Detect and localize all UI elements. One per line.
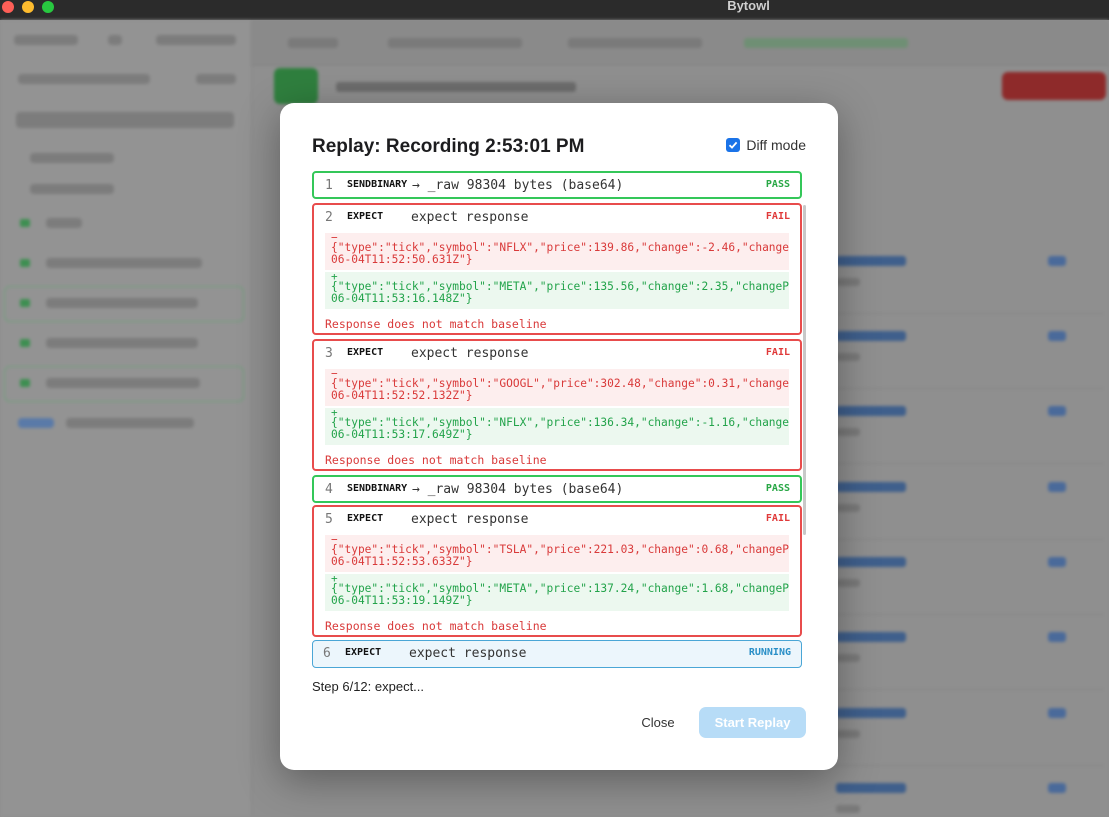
- diff-mode-label: Diff mode: [746, 137, 806, 153]
- replay-modal: Replay: Recording 2:53:01 PM Diff mode 1…: [280, 103, 838, 770]
- step-type: EXPECT: [345, 647, 382, 658]
- background-url: [336, 82, 576, 92]
- background-sidebar: [0, 20, 252, 817]
- window-titlebar: Bytowl: [0, 0, 1109, 20]
- background-tabs: [252, 20, 1109, 66]
- diff-removed-block: − {"type":"tick","symbol":"NFLX","price"…: [325, 233, 789, 270]
- step-description: → _raw 98304 bytes (base64): [412, 482, 624, 497]
- diff-removed-block: − {"type":"tick","symbol":"GOOGL","price…: [325, 369, 789, 406]
- step-description: → _raw 98304 bytes (base64): [412, 178, 624, 193]
- start-replay-button[interactable]: Start Replay: [699, 707, 806, 738]
- step-error-message: Response does not match baseline: [325, 453, 547, 467]
- close-button[interactable]: Close: [632, 708, 684, 736]
- step-number: 1: [325, 178, 333, 193]
- step-description: expect response: [411, 346, 529, 361]
- step-description: expect response: [409, 646, 527, 661]
- diff-added-block: + {"type":"tick","symbol":"NFLX","price"…: [325, 408, 789, 445]
- step-status-badge: FAIL: [765, 211, 790, 222]
- step-number: 3: [325, 346, 333, 361]
- replay-step: 5 EXPECT expect response FAIL − {"type":…: [312, 505, 802, 637]
- step-type: SENDBINARY: [347, 179, 408, 190]
- step-number: 2: [325, 210, 333, 225]
- step-status-badge: PASS: [765, 483, 790, 494]
- replay-step: 6 EXPECT expect response RUNNING: [312, 640, 802, 668]
- step-number: 4: [325, 482, 333, 497]
- step-type: EXPECT: [347, 347, 384, 358]
- checkmark-icon: [729, 141, 738, 149]
- step-type: EXPECT: [347, 513, 384, 524]
- step-status-badge: RUNNING: [748, 647, 791, 658]
- step-type: SENDBINARY: [347, 483, 408, 494]
- step-error-message: Response does not match baseline: [325, 317, 547, 331]
- step-type: EXPECT: [347, 211, 384, 222]
- diff-added-block: + {"type":"tick","symbol":"META","price"…: [325, 574, 789, 611]
- step-error-message: Response does not match baseline: [325, 619, 547, 633]
- step-number: 5: [325, 512, 333, 527]
- diff-mode-checkbox[interactable]: [726, 138, 741, 152]
- step-status-badge: FAIL: [765, 513, 790, 524]
- step-status-badge: FAIL: [765, 347, 790, 358]
- diff-removed-block: − {"type":"tick","symbol":"TSLA","price"…: [325, 535, 789, 572]
- replay-step: 1 SENDBINARY → _raw 98304 bytes (base64)…: [312, 171, 802, 199]
- modal-title: Replay: Recording 2:53:01 PM: [312, 136, 585, 157]
- step-status-badge: PASS: [765, 179, 790, 190]
- diff-added-block: + {"type":"tick","symbol":"META","price"…: [325, 272, 789, 309]
- replay-step: 4 SENDBINARY → _raw 98304 bytes (base64)…: [312, 475, 802, 503]
- background-connect-icon: [274, 68, 318, 104]
- step-number: 6: [323, 646, 331, 661]
- step-description: expect response: [411, 210, 529, 225]
- replay-steps-list[interactable]: 1 SENDBINARY → _raw 98304 bytes (base64)…: [312, 171, 802, 669]
- step-description: expect response: [411, 512, 529, 527]
- app-title: Bytowl: [727, 0, 770, 13]
- replay-step: 3 EXPECT expect response FAIL − {"type":…: [312, 339, 802, 471]
- replay-step: 2 EXPECT expect response FAIL − {"type":…: [312, 203, 802, 335]
- steps-scrollbar[interactable]: [803, 205, 806, 535]
- diff-mode-toggle[interactable]: Diff mode: [726, 137, 806, 153]
- replay-progress: Step 6/12: expect...: [312, 679, 425, 694]
- background-disconnect-button: [1002, 72, 1106, 100]
